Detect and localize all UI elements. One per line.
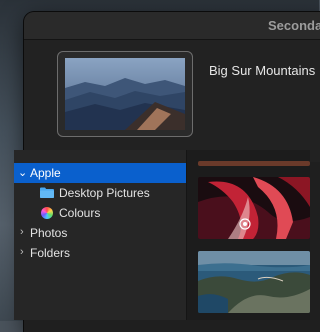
wallpaper-grid <box>187 150 310 320</box>
sidebar-item-photos[interactable]: › Photos <box>14 223 186 243</box>
title-bar: Seconda <box>24 12 320 40</box>
sidebar-item-label: Desktop Pictures <box>59 186 150 200</box>
sidebar-item-label: Apple <box>30 166 61 180</box>
wallpaper-thumbnail[interactable] <box>198 251 310 313</box>
chevron-right-icon[interactable]: › <box>20 246 24 258</box>
chevron-right-icon[interactable]: › <box>20 226 24 238</box>
sidebar-item-apple[interactable]: ⌄ Apple <box>14 163 186 183</box>
wallpaper-thumbnail <box>65 58 185 130</box>
wallpaper-thumbnail[interactable] <box>198 177 310 239</box>
chevron-down-icon[interactable]: ⌄ <box>18 166 27 179</box>
sidebar: ⌄ Apple Desktop Pictures Colours › Photo… <box>14 150 187 320</box>
sidebar-item-label: Folders <box>30 246 71 260</box>
sidebar-item-label: Photos <box>30 226 68 240</box>
window-title: Seconda <box>268 18 320 33</box>
wallpaper-thumbnail[interactable] <box>198 161 310 166</box>
sidebar-item-folders[interactable]: › Folders <box>14 243 186 263</box>
current-wallpaper-preview[interactable] <box>57 51 193 137</box>
folder-icon <box>40 187 54 198</box>
sidebar-item-desktop-pictures[interactable]: Desktop Pictures <box>14 183 186 203</box>
sidebar-item-label: Colours <box>59 206 101 220</box>
sidebar-item-colours[interactable]: Colours <box>14 203 186 223</box>
color-wheel-icon <box>41 207 53 219</box>
wallpaper-name: Big Sur Mountains <box>209 63 316 78</box>
